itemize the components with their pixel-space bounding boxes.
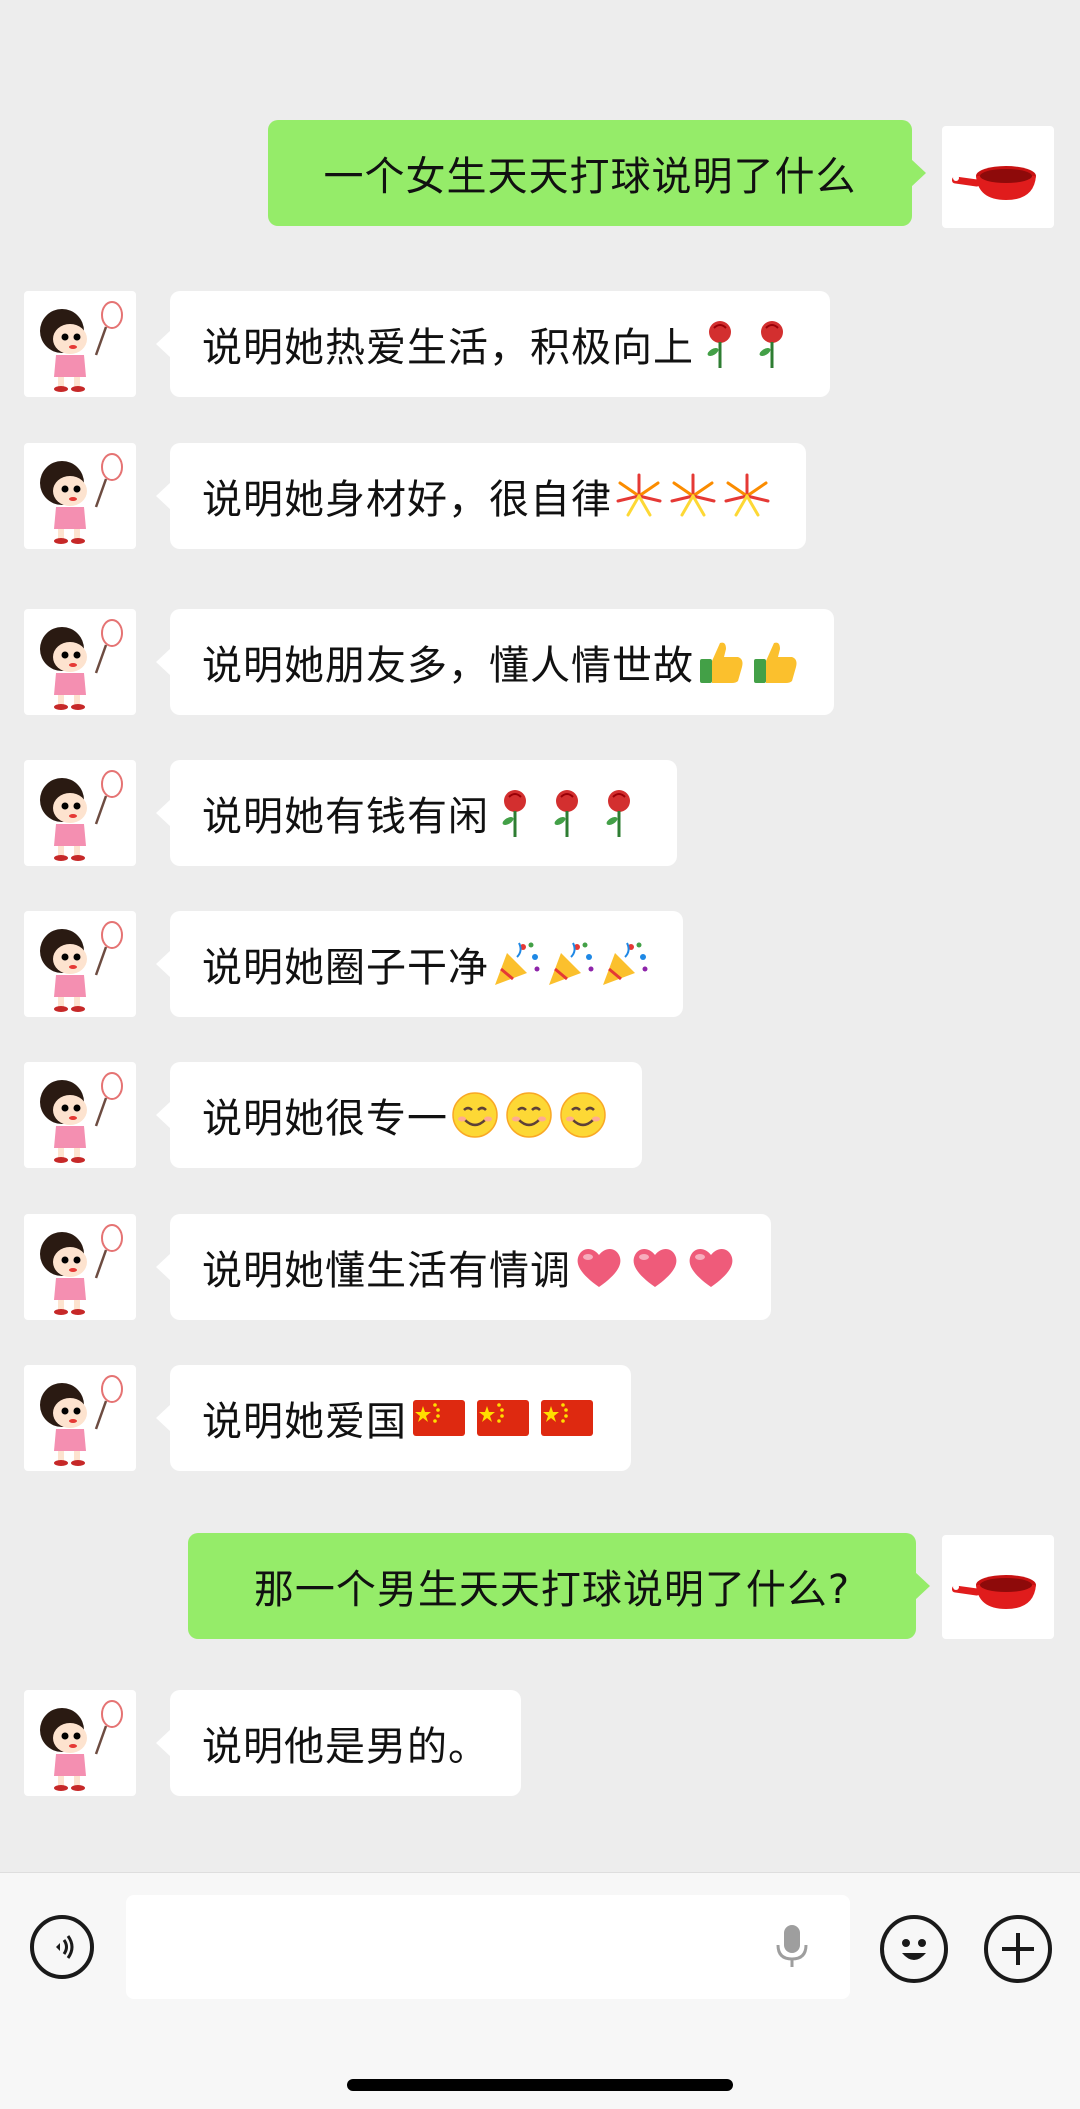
message-text: 说明她懂生活有情调 xyxy=(202,1248,571,1294)
heart-emoji-icon xyxy=(633,1249,677,1287)
avatar-other[interactable] xyxy=(24,443,136,549)
red-saucepan-icon xyxy=(951,166,1036,200)
thumbs-up-emoji-icon xyxy=(754,642,797,683)
thumbs-up-emoji-icon xyxy=(700,642,743,683)
heart-emoji-icon xyxy=(689,1249,733,1287)
cartoon-girl-badminton-icon xyxy=(40,1375,123,1466)
incoming-bubble[interactable]: 说明她很专一 xyxy=(156,1062,642,1168)
message-text: 说明她很专一 xyxy=(202,1096,448,1142)
more-button[interactable] xyxy=(984,1915,1052,1983)
message-text: 说明她热爱生活，积极向上 xyxy=(202,325,694,371)
message-text: 说明她圈子干净 xyxy=(202,945,489,991)
chat-area: 一个女生天天打球说明了什么 说明她热爱生活，积极向上 说明她身材好，很自律 说明… xyxy=(0,0,1080,1872)
cartoon-girl-badminton-icon xyxy=(40,1700,123,1791)
incoming-bubble[interactable]: 说明他是男的。 xyxy=(156,1690,521,1796)
smile-emoji-icon xyxy=(506,1092,552,1138)
outgoing-bubble[interactable]: 那一个男生天天打球说明了什么? xyxy=(188,1533,930,1639)
incoming-bubble[interactable]: 说明她身材好，很自律 xyxy=(156,443,806,549)
cartoon-girl-badminton-icon xyxy=(40,921,123,1012)
rose-emoji-icon xyxy=(502,790,526,837)
firework-emoji-icon xyxy=(724,473,770,517)
incoming-bubble[interactable]: 说明她爱国 xyxy=(156,1365,631,1471)
voice-button[interactable] xyxy=(30,1915,94,1979)
avatar-other[interactable] xyxy=(24,291,136,397)
message-text: 说明他是男的。 xyxy=(202,1724,489,1770)
incoming-bubble[interactable]: 说明她有钱有闲 xyxy=(156,760,677,866)
avatar-other[interactable] xyxy=(24,609,136,715)
message-text: 说明她朋友多，懂人情世故 xyxy=(202,643,694,689)
party-popper-emoji-icon xyxy=(495,942,540,985)
china-flag-emoji-icon xyxy=(413,1400,465,1436)
avatar-self[interactable] xyxy=(942,1535,1054,1639)
cartoon-girl-badminton-icon xyxy=(40,1072,123,1163)
voice-icon xyxy=(56,1935,74,1959)
incoming-bubble[interactable]: 说明她懂生活有情调 xyxy=(156,1214,771,1320)
message-text: 说明她身材好，很自律 xyxy=(202,477,612,523)
firework-emoji-icon xyxy=(670,473,716,517)
cartoon-girl-badminton-icon xyxy=(40,619,123,710)
message-text: 说明她有钱有闲 xyxy=(202,794,489,840)
rose-emoji-icon xyxy=(759,321,783,368)
china-flag-emoji-icon xyxy=(477,1400,529,1436)
incoming-bubble[interactable]: 说明她朋友多，懂人情世故 xyxy=(156,609,834,715)
firework-emoji-icon xyxy=(616,473,662,517)
cartoon-girl-badminton-icon xyxy=(40,301,123,392)
avatar-other[interactable] xyxy=(24,1214,136,1320)
message-text: 一个女生天天打球说明了什么 xyxy=(323,154,857,200)
rose-emoji-icon xyxy=(707,321,731,368)
red-saucepan-icon xyxy=(951,1575,1036,1609)
rose-emoji-icon xyxy=(554,790,578,837)
avatar-other[interactable] xyxy=(24,1365,136,1471)
avatar-other[interactable] xyxy=(24,760,136,866)
avatar-other[interactable] xyxy=(24,1062,136,1168)
cartoon-girl-badminton-icon xyxy=(40,770,123,861)
avatar-self[interactable] xyxy=(942,126,1054,228)
plus-icon xyxy=(1002,1933,1034,1965)
message-text: 那一个男生天天打球说明了什么? xyxy=(253,1567,851,1613)
avatar-other[interactable] xyxy=(24,911,136,1017)
incoming-bubble[interactable]: 说明她圈子干净 xyxy=(156,911,683,1017)
avatar-other[interactable] xyxy=(24,1690,136,1796)
cartoon-girl-badminton-icon xyxy=(40,1224,123,1315)
message-text: 说明她爱国 xyxy=(202,1399,407,1445)
china-flag-emoji-icon xyxy=(541,1400,593,1436)
cartoon-girl-badminton-icon xyxy=(40,453,123,544)
outgoing-bubble[interactable]: 一个女生天天打球说明了什么 xyxy=(268,120,926,226)
input-bar xyxy=(0,1872,1080,2109)
microphone-icon[interactable] xyxy=(772,1921,812,1973)
home-indicator[interactable] xyxy=(347,2079,733,2091)
rose-emoji-icon xyxy=(606,790,630,837)
incoming-bubble[interactable]: 说明她热爱生活，积极向上 xyxy=(156,291,830,397)
smile-emoji-icon xyxy=(452,1092,498,1138)
message-input[interactable] xyxy=(126,1895,850,1999)
party-popper-emoji-icon xyxy=(603,942,648,985)
smile-emoji-icon xyxy=(560,1092,606,1138)
emoji-icon xyxy=(902,1939,926,1960)
emoji-button[interactable] xyxy=(880,1915,948,1983)
party-popper-emoji-icon xyxy=(549,942,594,985)
heart-emoji-icon xyxy=(577,1249,621,1287)
